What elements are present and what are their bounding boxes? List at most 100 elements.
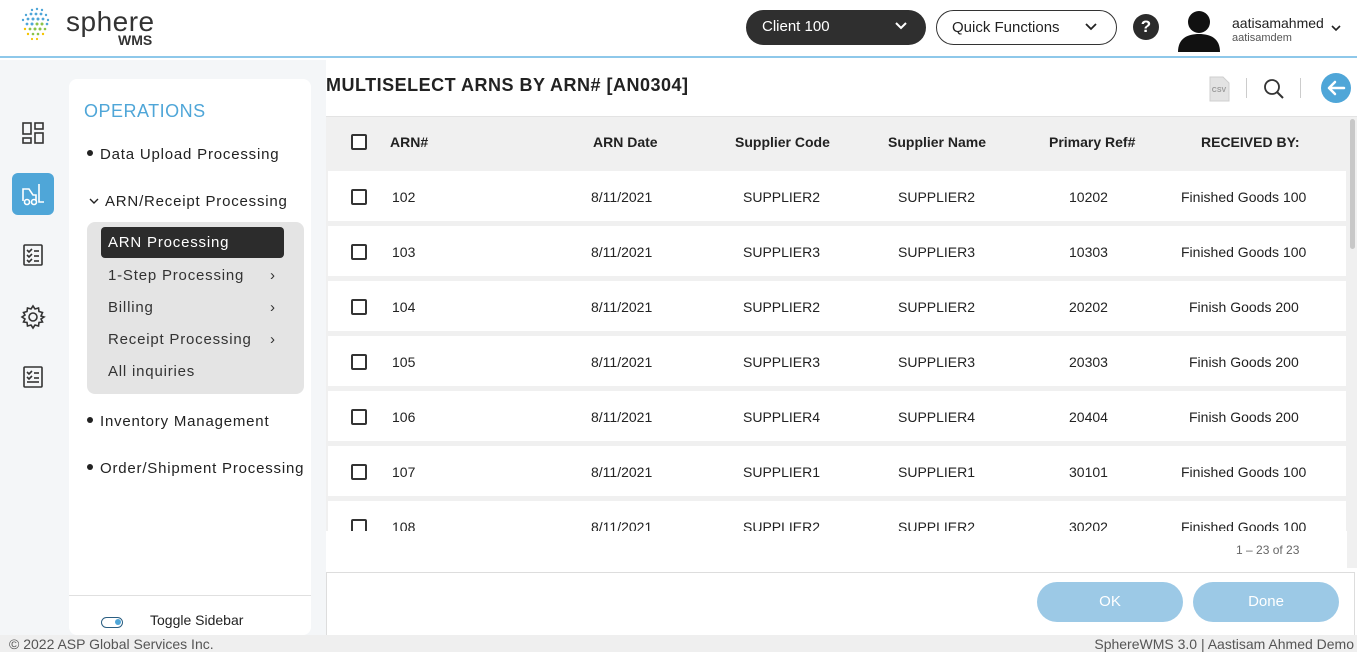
arn-submenu: ARN Processing 1-Step Processing › Billi… [87, 222, 304, 394]
chevron-down-icon [895, 22, 907, 30]
cell-supplier-code: SUPPLIER3 [743, 354, 821, 370]
sidebar-item-order-shipment[interactable]: Order/Shipment Processing [87, 460, 304, 477]
table-row[interactable]: 107 8/11/2021 SUPPLIER1 SUPPLIER1 30101 … [328, 446, 1346, 496]
table-row[interactable]: 103 8/11/2021 SUPPLIER3 SUPPLIER3 10303 … [328, 226, 1346, 276]
ok-button[interactable]: OK [1037, 582, 1183, 622]
version-text: SphereWMS 3.0 | Aastisam Ahmed Demo [1094, 636, 1354, 652]
column-header-supplier-code[interactable]: Supplier Code [735, 134, 830, 150]
submenu-item-all-inquiries[interactable]: All inquiries [108, 363, 195, 380]
csv-export-icon[interactable]: CSV [1208, 76, 1230, 102]
action-panel: OK Done [326, 572, 1355, 635]
row-checkbox[interactable] [351, 354, 367, 370]
submenu-item-1-step[interactable]: 1-Step Processing › [108, 267, 275, 284]
table-row[interactable]: 106 8/11/2021 SUPPLIER4 SUPPLIER4 20404 … [328, 391, 1346, 441]
cell-received-by: Finish Goods 200 [1189, 299, 1299, 315]
dashboard-icon[interactable] [12, 112, 54, 154]
table-row[interactable]: 102 8/11/2021 SUPPLIER2 SUPPLIER2 10202 … [328, 171, 1346, 221]
column-header-arn-date[interactable]: ARN Date [593, 134, 658, 150]
user-avatar-icon[interactable] [1176, 6, 1222, 52]
client-select[interactable]: Client 100 [746, 10, 926, 45]
row-checkbox[interactable] [351, 409, 367, 425]
column-header-received-by[interactable]: RECEIVED BY: [1201, 134, 1300, 150]
help-icon[interactable]: ? [1133, 14, 1159, 40]
cell-supplier-name: SUPPLIER2 [898, 299, 976, 315]
sidebar-item-label: ARN/Receipt Processing [105, 193, 288, 210]
cell-arn-date: 8/11/2021 [591, 464, 653, 480]
cell-primary-ref: 20303 [1069, 354, 1108, 370]
scrollbar-thumb[interactable] [1350, 119, 1355, 249]
quick-functions-select[interactable]: Quick Functions [936, 10, 1117, 45]
cell-received-by: Finished Goods 100 [1181, 464, 1307, 480]
forklift-icon[interactable] [12, 173, 54, 215]
toolbar-divider [1246, 78, 1247, 98]
toggle-sidebar-switch[interactable] [101, 617, 123, 628]
grid-header: ARN# ARN Date Supplier Code Supplier Nam… [326, 117, 1347, 167]
operations-sidebar: OPERATIONS Data Upload Processing ARN/Re… [69, 79, 311, 635]
logo-subtitle: WMS [118, 32, 153, 48]
row-checkbox[interactable] [351, 244, 367, 260]
cell-supplier-code: SUPPLIER2 [743, 299, 821, 315]
sidebar-item-inventory[interactable]: Inventory Management [87, 413, 269, 430]
column-header-arn[interactable]: ARN# [390, 134, 428, 150]
cell-arn: 106 [392, 409, 416, 425]
cell-primary-ref: 20404 [1069, 409, 1108, 425]
sidebar-item-arn-receipt[interactable]: ARN/Receipt Processing [89, 193, 288, 210]
sidebar-item-label: Inventory Management [100, 413, 270, 430]
chevron-right-icon: › [270, 299, 276, 316]
client-select-value: Client 100 [762, 18, 830, 35]
sphere-wms-logo[interactable]: sphere WMS [18, 6, 178, 50]
column-header-primary-ref[interactable]: Primary Ref# [1049, 134, 1135, 150]
chevron-right-icon: › [270, 267, 276, 284]
back-arrow-icon[interactable] [1320, 72, 1352, 104]
cell-supplier-code: SUPPLIER2 [743, 189, 821, 205]
table-row[interactable]: 104 8/11/2021 SUPPLIER2 SUPPLIER2 20202 … [328, 281, 1346, 331]
sidebar-item-data-upload[interactable]: Data Upload Processing [87, 146, 279, 163]
bullet-icon [87, 417, 93, 424]
submenu-item-arn-processing[interactable]: ARN Processing [101, 227, 284, 258]
quick-functions-label: Quick Functions [952, 19, 1060, 36]
user-name[interactable]: aatisamahmed [1232, 15, 1324, 31]
cell-primary-ref: 30101 [1069, 464, 1108, 480]
cell-supplier-name: SUPPLIER2 [898, 189, 976, 205]
cell-arn-date: 8/11/2021 [591, 409, 653, 425]
pager-strip: 1 – 23 of 23 [326, 531, 1347, 568]
row-checkbox[interactable] [351, 464, 367, 480]
cell-primary-ref: 20202 [1069, 299, 1108, 315]
cell-arn: 102 [392, 189, 416, 205]
checklist-icon[interactable] [12, 234, 54, 276]
user-menu-chevron-icon[interactable] [1330, 22, 1342, 34]
row-checkbox[interactable] [351, 189, 367, 205]
cell-supplier-code: SUPPLIER4 [743, 409, 821, 425]
status-bar: © 2022 ASP Global Services Inc. SphereWM… [0, 635, 1357, 652]
pagination-range: 1 – 23 of 23 [1236, 543, 1300, 557]
sidebar-title: OPERATIONS [84, 101, 206, 121]
report-icon[interactable] [12, 356, 54, 398]
cell-arn: 105 [392, 354, 416, 370]
cell-received-by: Finished Goods 100 [1181, 244, 1307, 260]
globe-logo-icon [21, 7, 50, 41]
table-row[interactable]: 105 8/11/2021 SUPPLIER3 SUPPLIER3 20303 … [328, 336, 1346, 386]
cell-supplier-name: SUPPLIER4 [898, 409, 976, 425]
cell-supplier-name: SUPPLIER3 [898, 354, 976, 370]
gear-icon[interactable] [12, 296, 54, 338]
cell-received-by: Finish Goods 200 [1189, 409, 1299, 425]
row-checkbox[interactable] [351, 299, 367, 315]
submenu-item-label: 1-Step Processing [108, 267, 245, 284]
csv-icon-label: CSV [1212, 87, 1227, 94]
copyright-text: © 2022 ASP Global Services Inc. [9, 636, 214, 652]
submenu-item-receipt-processing[interactable]: Receipt Processing › [108, 331, 275, 348]
toggle-sidebar-row: Toggle Sidebar [69, 595, 311, 635]
submenu-item-label: Receipt Processing [108, 331, 252, 348]
select-all-checkbox[interactable] [351, 134, 367, 150]
search-icon[interactable] [1263, 78, 1285, 100]
cell-supplier-code: SUPPLIER3 [743, 244, 821, 260]
chevron-down-icon [89, 198, 99, 204]
grid-scrollbar[interactable] [1349, 117, 1357, 568]
done-button[interactable]: Done [1193, 582, 1339, 622]
submenu-item-billing[interactable]: Billing › [108, 299, 275, 316]
icon-rail [0, 60, 68, 635]
cell-supplier-name: SUPPLIER3 [898, 244, 976, 260]
cell-arn: 104 [392, 299, 416, 315]
column-header-supplier-name[interactable]: Supplier Name [888, 134, 986, 150]
cell-primary-ref: 10303 [1069, 244, 1108, 260]
